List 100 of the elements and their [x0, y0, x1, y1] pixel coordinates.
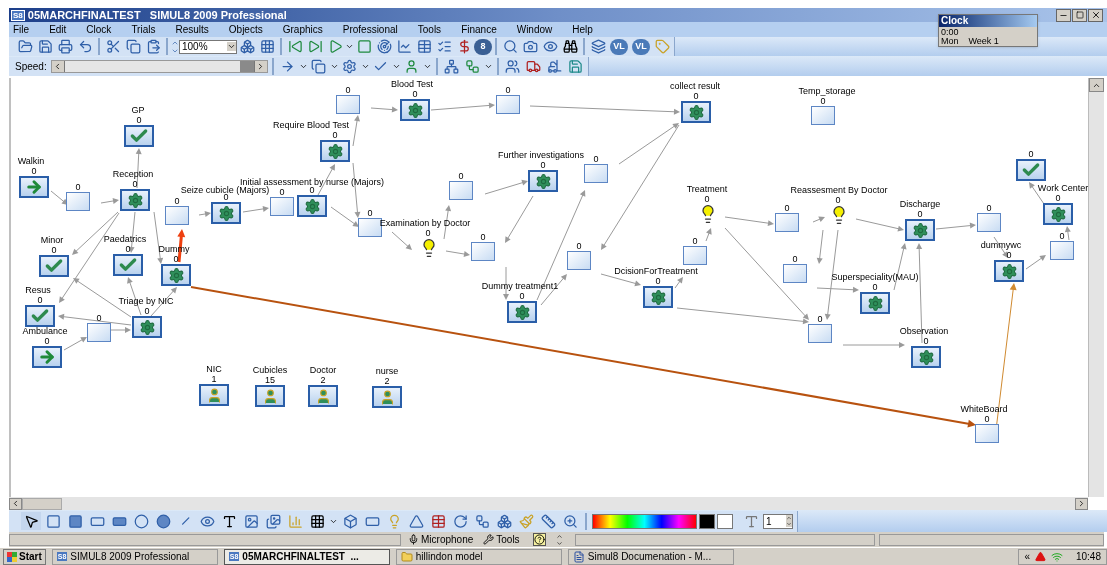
node-label: WhiteBoard: [960, 403, 1008, 414]
node-label: Triage by NIC: [118, 296, 174, 306]
node-count: 0: [576, 240, 582, 251]
node-label: collect result: [670, 81, 720, 91]
node-label: Initial assessment by nurse (Majors): [239, 176, 385, 187]
node-count: 0: [540, 160, 546, 170]
circle-button[interactable]: 8: [474, 38, 492, 55]
node-count: 0: [792, 253, 798, 264]
menu-item[interactable]: Trials: [131, 23, 156, 36]
node-count: 0: [986, 202, 992, 213]
taskbar-button[interactable]: Simul8 Documenation - M...: [567, 548, 734, 565]
node-label: GP: [131, 105, 145, 115]
resource-label: nurse: [375, 366, 399, 376]
menu-item[interactable]: Graphics: [282, 23, 323, 36]
node-count: 0: [917, 209, 923, 219]
node-count: 0: [174, 195, 180, 206]
node-count: 0: [1028, 149, 1034, 159]
node-count: 0: [1006, 250, 1012, 260]
node-count: 0: [412, 89, 418, 99]
menu-item[interactable]: Objects: [228, 23, 263, 36]
start-button[interactable]: Start: [3, 548, 46, 565]
node-count: 0: [96, 312, 102, 323]
resource-label: Cubicles: [252, 365, 288, 375]
node-label: DcisionForTreatment: [614, 266, 698, 276]
clock-time-value: 0:00: [940, 28, 960, 37]
menu-item[interactable]: Results: [175, 23, 209, 36]
node-count: 2: [384, 376, 390, 386]
speed-label: Speed:: [15, 59, 47, 74]
node-count: 0: [37, 295, 43, 305]
resource-label: Doctor: [309, 365, 337, 375]
node-label: Observation: [899, 326, 949, 336]
node-label: Further investigations: [498, 150, 584, 160]
circle-button[interactable]: VL: [632, 38, 650, 55]
node-label: Reassesment By Doctor: [790, 185, 888, 195]
node-label: Dummy treatment1: [481, 281, 559, 291]
node-label: dummywc: [980, 240, 1022, 250]
node-count: 0: [367, 207, 373, 218]
node-count: 0: [655, 276, 661, 286]
node-count: 0: [505, 84, 511, 95]
clock-week: Week 1: [968, 37, 999, 46]
node-count: 0: [332, 130, 338, 140]
tray-expand-button[interactable]: «: [1024, 549, 1030, 564]
clock-day: Mon: [941, 37, 959, 46]
node-count: 0: [984, 413, 990, 424]
node-count: 0: [1059, 230, 1065, 241]
node-count: 0: [820, 95, 826, 106]
node-count: 0: [704, 194, 710, 204]
taskbar-button[interactable]: hillindon model: [395, 548, 562, 565]
menu-item[interactable]: Tools: [417, 23, 442, 36]
menu-item[interactable]: File: [13, 23, 30, 36]
node-label: Superspeciality(MAU): [831, 272, 919, 282]
node-label: Blood Test: [391, 79, 433, 89]
node-count: 0: [784, 202, 790, 213]
clock-title: Clock: [939, 15, 1037, 27]
node-count: 0: [132, 179, 138, 189]
app-badge: S8: [11, 9, 25, 21]
circle-button[interactable]: VL: [610, 38, 628, 55]
node-count: 0: [872, 282, 878, 292]
node-label: Work Center: [1037, 183, 1088, 193]
line-width-spinner[interactable]: 1: [763, 513, 793, 529]
zoom-dropdown[interactable]: 100%: [179, 39, 237, 54]
node-count: 0: [519, 291, 525, 301]
node-count: 0: [817, 313, 823, 324]
node-label: Resus: [25, 285, 51, 295]
menu-item[interactable]: Professional: [342, 23, 398, 36]
node-count: 0: [51, 245, 57, 255]
node-count: 0: [1055, 193, 1061, 203]
node-count: 0: [31, 166, 37, 176]
node-label: Minor: [40, 235, 64, 245]
menu-item[interactable]: Finance: [461, 23, 497, 36]
node-count: 0: [44, 336, 50, 346]
node-label: Require Blood Test: [273, 120, 349, 130]
node-count: 0: [75, 181, 81, 192]
node-count: 0: [480, 231, 486, 242]
tools-button[interactable]: Tools: [480, 532, 523, 547]
node-count: 0: [425, 228, 431, 238]
clock-time: 10:48: [1075, 550, 1101, 564]
node-label: Ambulance: [22, 326, 68, 336]
node-label: Reception: [112, 169, 154, 179]
menu-item[interactable]: Clock: [86, 23, 112, 36]
microphone-button[interactable]: Microphone: [405, 532, 477, 547]
node-count: 0: [593, 153, 599, 164]
node-label: Discharge: [899, 199, 941, 209]
node-count: 0: [309, 185, 315, 195]
menu-item[interactable]: Help: [572, 23, 593, 36]
node-label: Paedatrics: [103, 234, 147, 244]
resource-label: NIC: [206, 364, 222, 374]
node-count: 0: [173, 254, 179, 264]
menu-item[interactable]: Edit: [49, 23, 67, 36]
node-count: 2: [320, 375, 326, 385]
node-count: 0: [693, 91, 699, 101]
window-title: 05MARCHFINALTEST SIMUL8 2009 Professional: [27, 8, 287, 22]
menu-item[interactable]: Window: [516, 23, 553, 36]
node-count: 0: [692, 235, 698, 246]
node-count: 0: [279, 186, 285, 197]
node-count: 1: [211, 374, 217, 384]
node-count: 0: [144, 306, 150, 316]
node-count: 0: [458, 170, 464, 181]
node-count: 0: [345, 84, 351, 95]
node-label: Temp_storage: [798, 85, 856, 96]
